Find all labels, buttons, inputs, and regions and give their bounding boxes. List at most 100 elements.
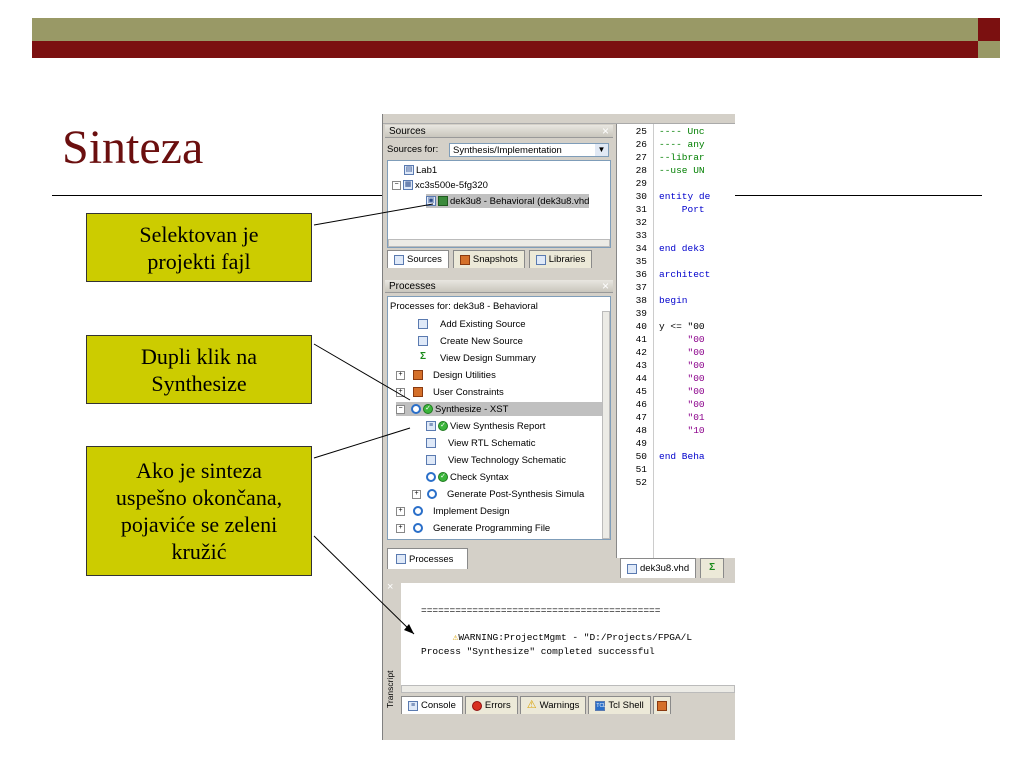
code-text: begin [659, 295, 688, 306]
process-icon [413, 506, 423, 516]
code-line: 40 y <= "00 [617, 321, 705, 334]
expand-icon[interactable]: + [396, 370, 405, 380]
header-square-olive [978, 41, 1000, 58]
line-number: 33 [635, 230, 647, 241]
tab-design-summary[interactable]: Σ [700, 558, 725, 578]
tree-item-project[interactable]: ▤ Lab1 [404, 163, 437, 177]
tab-label: Warnings [539, 700, 580, 711]
code-line: 38 begin [617, 295, 688, 308]
chevron-down-icon[interactable]: ▼ [595, 144, 608, 156]
line-number: 29 [635, 178, 647, 189]
code-line: 47 "01 [617, 412, 705, 425]
process-label: Check Syntax [450, 471, 509, 483]
console-tabs: ≡ Console Errors ⚠ Warnings TCL Tcl Shell [401, 696, 671, 714]
process-label: View Synthesis Report [450, 420, 546, 432]
line-number: 44 [635, 373, 647, 384]
green-check-icon: ✓ [438, 472, 448, 482]
process-label: View Technology Schematic [448, 454, 566, 466]
code-line: 51 [617, 464, 651, 477]
line-number: 30 [635, 191, 647, 202]
sigma-icon: Σ [709, 561, 716, 573]
code-text: y <= "00 [659, 321, 705, 332]
process-check-syntax[interactable]: ✓ Check Syntax [426, 470, 509, 484]
process-label: Design Utilities [433, 369, 496, 381]
console-output[interactable]: ========================================… [401, 583, 735, 693]
process-add-existing-source[interactable]: Add Existing Source [418, 317, 526, 331]
line-number: 26 [635, 139, 647, 150]
line-number: 46 [635, 399, 647, 410]
collapse-icon[interactable]: − [396, 404, 405, 414]
tab-console[interactable]: ≡ Console [401, 696, 463, 714]
code-text: --librar [659, 152, 705, 163]
console-icon: ≡ [408, 700, 418, 711]
sources-scrollbar[interactable] [388, 239, 610, 247]
expand-icon[interactable]: + [396, 506, 405, 516]
expand-icon[interactable]: + [412, 489, 421, 499]
code-line: 27 --librar [617, 152, 705, 165]
process-view-design-summary[interactable]: Σ View Design Summary [418, 351, 536, 365]
schematic-icon [426, 455, 436, 465]
collapse-icon[interactable]: − [392, 180, 401, 190]
close-icon[interactable]: × [602, 125, 609, 138]
process-label: Create New Source [440, 335, 523, 347]
tab-label: Errors [484, 700, 511, 711]
line-number: 50 [635, 451, 647, 462]
tab-snapshots[interactable]: Snapshots [452, 250, 525, 268]
processes-icon [396, 554, 406, 564]
sources-for-dropdown[interactable]: Synthesis/Implementation ▼ [449, 143, 609, 157]
process-user-constraints[interactable]: + User Constraints [396, 385, 504, 399]
processes-panel-title: Processes × [385, 280, 613, 293]
sources-tabs: Sources Snapshots Libraries [387, 250, 593, 268]
tab-dek3u8-vhd[interactable]: dek3u8.vhd [620, 558, 697, 578]
process-generate-post-synthesis[interactable]: + Generate Post-Synthesis Simula [412, 487, 584, 501]
tab-more[interactable] [652, 696, 671, 714]
close-icon[interactable]: × [602, 280, 609, 293]
process-synthesize-xst[interactable]: − ✓ Synthesize - XST [396, 402, 602, 416]
code-line: 50 end Beha [617, 451, 705, 464]
process-implement-design[interactable]: + Implement Design [396, 504, 510, 518]
line-number: 40 [635, 321, 647, 332]
code-editor[interactable]: 25 ---- Unc 26 ---- any 27 --librar 28 --use UN… [616, 124, 735, 558]
process-label: User Constraints [433, 386, 504, 398]
expand-icon[interactable]: + [396, 523, 405, 533]
line-number: 42 [635, 347, 647, 358]
processes-scrollbar[interactable] [602, 311, 610, 539]
tcl-icon: TCL [595, 700, 606, 711]
tab-label: Console [421, 700, 456, 711]
tab-label: Processes [409, 553, 454, 565]
process-create-new-source[interactable]: Create New Source [418, 334, 523, 348]
tab-sources[interactable]: Sources [387, 250, 449, 268]
sources-for-label: Sources for: [387, 144, 439, 155]
process-view-synthesis-report[interactable]: ≡ ✓ View Synthesis Report [426, 419, 545, 433]
tree-item-device[interactable]: − ▦ xc3s500e-5fg320 [392, 178, 488, 192]
vhdl-file-icon [627, 563, 637, 574]
tab-processes[interactable]: Processes [387, 548, 469, 569]
line-number: 39 [635, 308, 647, 319]
process-generate-programming-file[interactable]: + Generate Programming File [396, 521, 550, 535]
tab-errors[interactable]: Errors [464, 696, 518, 714]
process-label: Generate Post-Synthesis Simula [447, 488, 585, 500]
snapshots-icon [459, 254, 470, 265]
console-scrollbar[interactable] [401, 685, 735, 693]
code-line: 45 "00 [617, 386, 705, 399]
close-icon[interactable]: × [387, 581, 393, 593]
callout-line: pojaviće se zeleni [120, 512, 278, 537]
tree-item-vhdl-file[interactable]: ▣ dek3u8 - Behavioral (dek3u8.vhd [426, 194, 590, 208]
tab-label: dek3u8.vhd [640, 563, 690, 574]
code-line: 26 ---- any [617, 139, 705, 152]
process-view-rtl-schematic[interactable]: View RTL Schematic [426, 436, 535, 450]
callout-success: Ako je sinteza uspešno okončana, pojavić… [86, 446, 312, 576]
tab-libraries[interactable]: Libraries [528, 250, 593, 268]
sources-tree: ▤ Lab1 − ▦ xc3s500e-5fg320 ▣ dek3u8 - Be… [387, 160, 611, 248]
process-view-technology-schematic[interactable]: View Technology Schematic [426, 453, 566, 467]
expand-icon[interactable]: + [396, 387, 405, 397]
tab-warnings[interactable]: ⚠ Warnings [519, 696, 587, 714]
process-label: View Design Summary [440, 352, 536, 364]
callout-double-click: Dupli klik na Synthesize [86, 335, 312, 404]
process-design-utilities[interactable]: + Design Utilities [396, 368, 496, 382]
code-line: 25 ---- Unc [617, 126, 705, 139]
code-line: 42 "00 [617, 347, 705, 360]
tab-tcl-shell[interactable]: TCL Tcl Shell [588, 696, 651, 714]
find-icon [656, 700, 667, 711]
console-success-message: Process "Synthesize" completed successfu… [421, 646, 655, 657]
